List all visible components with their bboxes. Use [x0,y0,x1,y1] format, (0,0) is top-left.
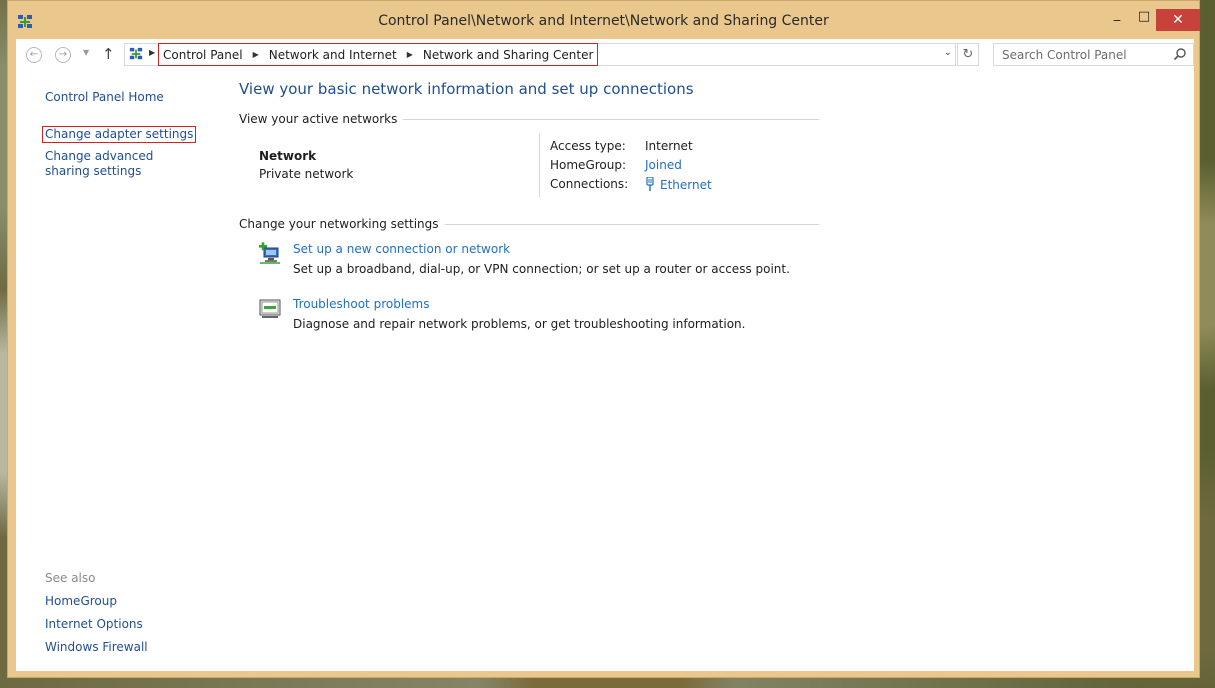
maximize-button[interactable]: □ [1132,9,1156,31]
breadcrumb: Control Panel ▶ Network and Internet ▶ N… [158,43,599,66]
breadcrumb-separator-icon[interactable]: ▶ [407,50,413,59]
search-box[interactable] [993,43,1194,66]
ethernet-connection[interactable]: Ethernet [645,177,712,192]
page-title: View your basic network information and … [239,80,694,98]
up-button[interactable]: ↑ [102,45,115,63]
setup-connection-description: Set up a broadband, dial-up, or VPN conn… [293,262,790,276]
active-networks-header: View your active networks [239,112,819,126]
breadcrumb-network-sharing-center[interactable]: Network and Sharing Center [423,48,594,62]
change-settings-label: Change your networking settings [239,217,439,231]
search-input[interactable] [994,44,1185,65]
change-settings-header: Change your networking settings [239,217,819,231]
address-bar[interactable]: ▶ Control Panel ▶ Network and Internet ▶… [124,43,956,66]
ethernet-icon [646,177,654,191]
see-also-heading: See also [45,571,96,585]
minimize-button[interactable]: _ [1105,7,1129,29]
divider [539,133,540,197]
title-bar[interactable]: Control Panel\Network and Internet\Netwo… [8,1,1200,39]
homegroup-label: HomeGroup: [550,158,627,172]
active-networks-label: View your active networks [239,112,398,126]
network-name: Network [259,149,317,163]
divider [403,118,819,120]
search-icon[interactable] [1173,47,1187,61]
content-pane: Control Panel Home Change adapter settin… [16,69,1194,671]
sidebar: Control Panel Home Change adapter settin… [16,69,216,671]
see-also-windows-firewall[interactable]: Windows Firewall [45,640,148,655]
breadcrumb-separator-icon[interactable]: ▶ [253,50,259,59]
address-dropdown-icon[interactable]: ⌄ [944,47,952,58]
see-also-homegroup[interactable]: HomeGroup [45,594,117,609]
troubleshoot-icon [259,299,281,318]
explorer-window: Control Panel\Network and Internet\Netwo… [7,0,1200,678]
window-title: Control Panel\Network and Internet\Netwo… [378,13,829,29]
access-type-value: Internet [645,139,693,153]
close-button[interactable]: ✕ [1156,9,1200,31]
sidebar-item-change-adapter-settings[interactable]: Change adapter settings [42,126,197,143]
sidebar-item-change-advanced-sharing[interactable]: Change advanced sharing settings [45,149,195,179]
see-also-internet-options[interactable]: Internet Options [45,617,143,632]
access-type-label: Access type: [550,139,626,153]
breadcrumb-separator-icon[interactable]: ▶ [149,48,155,57]
navigation-bar: ← → ▼ ↑ ▶ Control Panel ▶ Network and In… [16,39,1194,69]
new-connection-icon [259,242,280,264]
sidebar-item-control-panel-home[interactable]: Control Panel Home [45,90,164,105]
connections-label: Connections: [550,177,629,191]
back-button[interactable]: ← [26,47,42,63]
breadcrumb-network-and-internet[interactable]: Network and Internet [269,48,397,62]
ethernet-link[interactable]: Ethernet [660,178,712,192]
setup-connection-link[interactable]: Set up a new connection or network [293,242,510,256]
breadcrumb-control-panel[interactable]: Control Panel [163,48,243,62]
homegroup-link[interactable]: Joined [645,158,682,172]
refresh-button[interactable]: ↻ [957,43,979,66]
troubleshoot-link[interactable]: Troubleshoot problems [293,297,429,311]
network-type: Private network [259,167,354,181]
network-center-icon [129,47,143,60]
recent-locations-button[interactable]: ▼ [83,48,89,57]
forward-button[interactable]: → [55,47,71,63]
troubleshoot-description: Diagnose and repair network problems, or… [293,317,746,331]
divider [444,223,819,225]
